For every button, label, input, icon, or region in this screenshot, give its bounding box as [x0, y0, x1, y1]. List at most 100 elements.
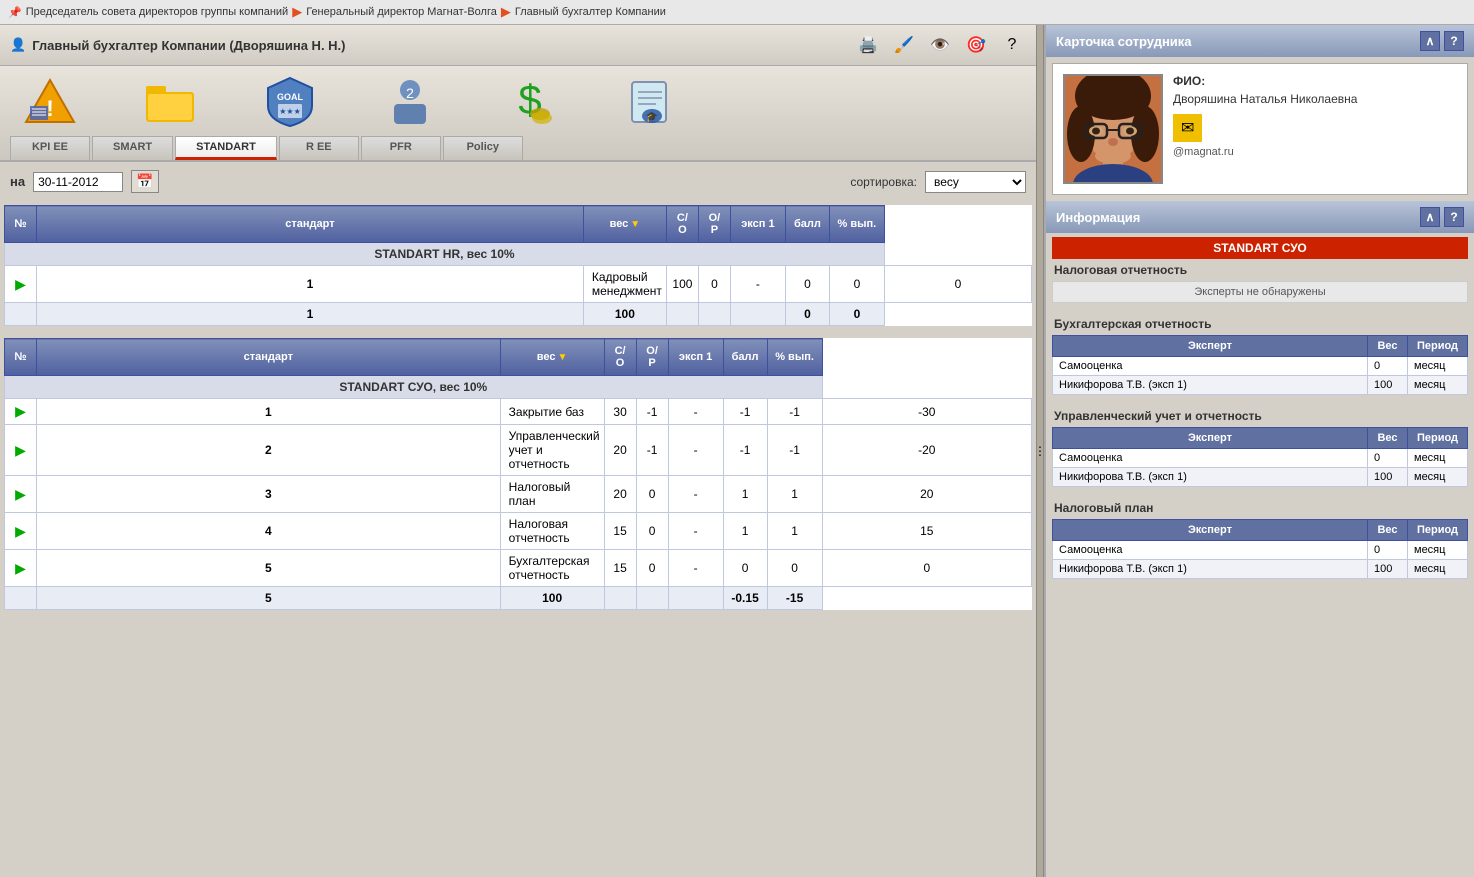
employee-card: ФИО: Дворяшина Наталья Николаевна ✉ @mag…: [1052, 63, 1468, 195]
row-exp1: 0: [785, 266, 829, 303]
info-block-nalog-plan: Налоговый план Эксперт Вес Период Самооц…: [1052, 497, 1468, 579]
employee-photo: [1063, 74, 1163, 184]
row-co: 0: [636, 550, 668, 587]
col-proc-header-2: % вып.: [767, 339, 822, 376]
toolbar-item-smart[interactable]: [130, 74, 210, 130]
row-num: 4: [37, 513, 501, 550]
tab-r[interactable]: R ЕЕ: [279, 136, 359, 160]
card-help-btn[interactable]: ?: [1444, 31, 1464, 51]
row-play-btn[interactable]: ▶: [5, 476, 37, 513]
calendar-button[interactable]: 📅: [131, 170, 158, 193]
tab-kpi[interactable]: KPI ЕЕ: [10, 136, 90, 160]
group-header-suo: STANDART СУО, вес 10%: [5, 376, 1032, 399]
row-ball: 1: [767, 476, 822, 513]
nalog-col-expert: Эксперт: [1053, 520, 1368, 541]
std-name: Управленческий учет и отчетность: [500, 425, 604, 476]
buh-period-1: месяц: [1408, 357, 1468, 376]
brush-icon[interactable]: 🖌️: [890, 31, 918, 59]
buh-col-expert: Эксперт: [1053, 336, 1368, 357]
card-header-buttons: ∧ ?: [1420, 31, 1464, 51]
r-icon: 2: [382, 74, 438, 130]
toolbar-item-r[interactable]: 2: [370, 74, 450, 130]
row-exp1: 1: [723, 513, 767, 550]
nalog-expert-1: Самооценка: [1053, 541, 1368, 560]
tab-pfr[interactable]: PFR: [361, 136, 441, 160]
face-icon[interactable]: 👁️: [926, 31, 954, 59]
col-exp1-header: эксп 1: [730, 206, 785, 243]
info-title: Информация: [1056, 210, 1140, 225]
nalog-col-ves: Вес: [1368, 520, 1408, 541]
target-icon[interactable]: 🎯: [962, 31, 990, 59]
tab-smart[interactable]: SMART: [92, 136, 173, 160]
row-proc: 0: [884, 266, 1031, 303]
email-icon[interactable]: ✉: [1173, 114, 1202, 142]
toolbar-item-kpi[interactable]: !: [10, 74, 90, 130]
breadcrumb-icon: 📌: [8, 6, 22, 19]
panel-divider[interactable]: ⋮: [1036, 25, 1044, 877]
summary-proc-suo: -15: [767, 587, 822, 610]
row-ves: 30: [604, 399, 636, 425]
row-op: -: [668, 513, 723, 550]
toolbar-item-standart[interactable]: GOAL ★★★: [250, 74, 330, 130]
toolbar-item-pfr[interactable]: $: [490, 74, 570, 130]
row-play-btn[interactable]: ▶: [5, 399, 37, 425]
fio-name: Дворяшина Наталья Николаевна: [1173, 92, 1457, 106]
right-panel: Карточка сотрудника ∧ ?: [1044, 25, 1474, 877]
summary-proc: 0: [829, 303, 884, 326]
kpi-icon: !: [22, 74, 78, 130]
col-standart-header: стандарт: [37, 206, 584, 243]
std-name: Налоговая отчетность: [500, 513, 604, 550]
toolbar-tabs: KPI ЕЕ SMART STANDART R ЕЕ PFR Policy: [10, 136, 1026, 160]
std-name: Налоговый план: [500, 476, 604, 513]
upr-uchet-table: Эксперт Вес Период Самооценка 0 месяц Ни…: [1052, 427, 1468, 487]
row-ball: 0: [829, 266, 884, 303]
table-area: № стандарт вес ▼ С/О О/Р эксп 1 балл % в…: [0, 201, 1036, 877]
row-num: 5: [37, 550, 501, 587]
row-exp1: -1: [723, 425, 767, 476]
info-collapse-btn[interactable]: ∧: [1420, 207, 1440, 227]
row-num: 1: [37, 266, 584, 303]
info-block-buh-otch: Бухгалтерская отчетность Эксперт Вес Пер…: [1052, 313, 1468, 395]
list-item: Никифорова Т.В. (эксп 1) 100 месяц: [1053, 560, 1468, 579]
info-block-nalog-otch: Налоговая отчетность Эксперты не обнаруж…: [1052, 259, 1468, 303]
nalog-expert-2: Никифорова Т.В. (эксп 1): [1053, 560, 1368, 579]
nalog-ves-2: 100: [1368, 560, 1408, 579]
info-help-btn[interactable]: ?: [1444, 207, 1464, 227]
policy-icon: 🎓: [622, 74, 678, 130]
pfr-icon: $: [502, 74, 558, 130]
date-row: на 📅 сортировка: весу номеру алфавиту: [0, 162, 1036, 201]
col-ves-header-2: вес ▼: [500, 339, 604, 376]
standart-hr-table: № стандарт вес ▼ С/О О/Р эксп 1 балл % в…: [4, 205, 1032, 326]
help-icon[interactable]: ?: [998, 31, 1026, 59]
user-icon: 👤: [10, 37, 26, 53]
row-play-btn[interactable]: ▶: [5, 425, 37, 476]
col-op-header: О/Р: [698, 206, 730, 243]
row-play-btn[interactable]: ▶: [5, 550, 37, 587]
sort-select[interactable]: весу номеру алфавиту: [925, 171, 1026, 193]
list-item: Самооценка 0 месяц: [1053, 449, 1468, 468]
card-collapse-btn[interactable]: ∧: [1420, 31, 1440, 51]
row-co: -1: [636, 425, 668, 476]
header-title: 👤 Главный бухгалтер Компании (Дворяшина …: [10, 37, 346, 53]
info-block-upr-uchet: Управленческий учет и отчетность Эксперт…: [1052, 405, 1468, 487]
date-input[interactable]: [33, 172, 123, 192]
tab-standart[interactable]: STANDART: [175, 136, 277, 160]
summary-ves: 100: [583, 303, 666, 326]
table-row: ▶ 1 Кадровый менеджмент 100 0 - 0 0 0: [5, 266, 1032, 303]
row-play-btn[interactable]: ▶: [5, 513, 37, 550]
print-icon[interactable]: 🖨️: [854, 31, 882, 59]
info-block-title-1: Налоговая отчетность: [1052, 259, 1468, 281]
toolbar-item-policy[interactable]: 🎓: [610, 74, 690, 130]
breadcrumb-arrow-2: ▶: [501, 4, 511, 20]
tab-policy[interactable]: Policy: [443, 136, 523, 160]
standart-suo-table: № стандарт вес ▼ С/О О/Р эксп 1 балл % в…: [4, 338, 1032, 610]
col-ball-header-2: балл: [723, 339, 767, 376]
nalog-col-period: Период: [1408, 520, 1468, 541]
row-ves: 15: [604, 550, 636, 587]
col-standart-header-2: стандарт: [37, 339, 501, 376]
col-ves-header: вес ▼: [583, 206, 666, 243]
table-row: ▶ 4 Налоговая отчетность 15 0 - 1 1 15: [5, 513, 1032, 550]
row-exp1: 1: [723, 476, 767, 513]
table-row: ▶ 1 Закрытие баз 30 -1 - -1 -1 -30: [5, 399, 1032, 425]
row-play-btn[interactable]: ▶: [5, 266, 37, 303]
